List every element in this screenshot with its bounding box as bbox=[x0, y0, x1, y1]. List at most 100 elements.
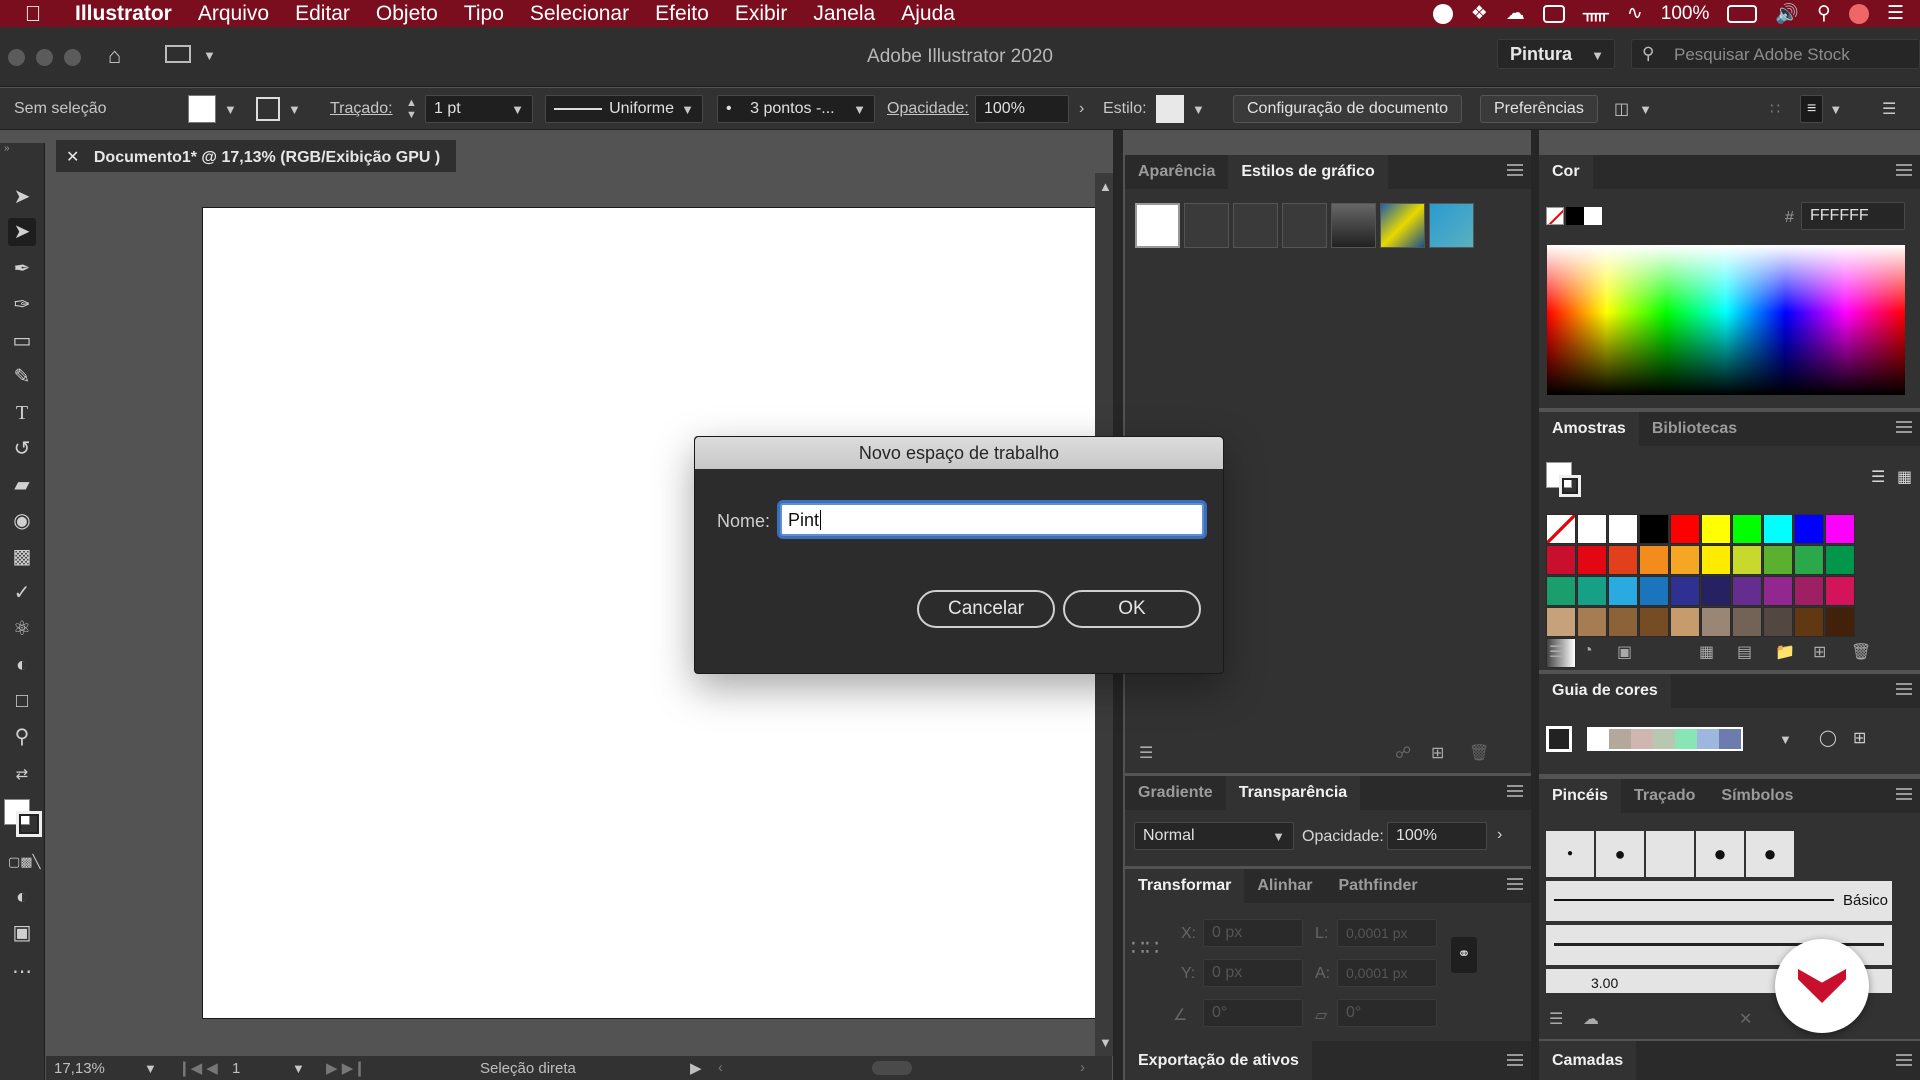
brush-libraries-icon[interactable]: ☰ bbox=[1549, 1009, 1563, 1029]
artboard-number[interactable]: 1 bbox=[232, 1060, 240, 1077]
panel-menu-icon[interactable] bbox=[1896, 164, 1912, 176]
reference-point-icon[interactable]: ∷∷ bbox=[1131, 935, 1159, 961]
new-color-group-icon[interactable]: ▤ bbox=[1737, 642, 1752, 662]
opacity-label[interactable]: Opacidade: bbox=[887, 88, 969, 130]
tab-symbols[interactable]: Símbolos bbox=[1708, 779, 1806, 813]
swatch-color[interactable] bbox=[1577, 576, 1607, 606]
stroke-label[interactable]: Traçado: bbox=[330, 88, 393, 130]
swatch-color[interactable] bbox=[1794, 545, 1824, 575]
black-color-icon[interactable] bbox=[1566, 207, 1584, 225]
chevron-down-icon[interactable]: ▼ bbox=[224, 102, 237, 117]
swatch-color[interactable] bbox=[1701, 576, 1731, 606]
swatch-color[interactable] bbox=[1825, 545, 1855, 575]
panel-arrange-icon[interactable]: ≡ bbox=[1800, 95, 1824, 123]
show-kinds-icon[interactable]: ◔ bbox=[1583, 642, 1593, 660]
puppet-warp-tool-icon[interactable]: ⚛ bbox=[8, 615, 36, 643]
graphic-style-pattern-2[interactable] bbox=[1429, 203, 1474, 248]
control-center-icon[interactable]: ☰ bbox=[1887, 2, 1904, 25]
swatch-color[interactable] bbox=[1608, 607, 1638, 637]
swatch-color[interactable] bbox=[1732, 576, 1762, 606]
shape-builder-tool-icon[interactable]: ◉ bbox=[8, 507, 36, 535]
swatch-color[interactable] bbox=[1546, 545, 1576, 575]
gradient-tool-icon[interactable]: ▩ bbox=[8, 543, 36, 571]
tab-pathfinder[interactable]: Pathfinder bbox=[1326, 869, 1431, 903]
preferences-button[interactable]: Preferências bbox=[1480, 95, 1598, 123]
harmony-color[interactable] bbox=[1589, 729, 1609, 749]
constrain-proportions-icon[interactable]: ⚭ bbox=[1451, 937, 1477, 973]
brush-dot-large[interactable]: ● bbox=[1696, 831, 1744, 877]
swatch-color[interactable] bbox=[1732, 607, 1762, 637]
swatch-color[interactable] bbox=[1825, 576, 1855, 606]
tab-align[interactable]: Alinhar bbox=[1244, 869, 1325, 903]
eyedropper-tool-icon[interactable]: ✓ bbox=[8, 579, 36, 607]
new-style-icon[interactable]: ⊞ bbox=[1431, 743, 1444, 763]
chevron-down-icon[interactable]: ▼ bbox=[288, 102, 301, 117]
libraries-menu-icon[interactable]: ☰ bbox=[1139, 743, 1153, 763]
grid-view-icon[interactable]: ▦ bbox=[1897, 467, 1912, 487]
chevron-down-icon[interactable]: ▼ bbox=[1639, 102, 1652, 117]
record-icon[interactable] bbox=[1432, 3, 1453, 24]
swatch-color[interactable] bbox=[1701, 545, 1731, 575]
none-color-icon[interactable] bbox=[1546, 207, 1564, 225]
artboard-tool-icon[interactable]: □ bbox=[8, 687, 36, 715]
folder-icon[interactable]: 📁 bbox=[1775, 642, 1795, 662]
swap-fill-stroke-icon[interactable]: ⇄ bbox=[8, 761, 36, 789]
swatch-color[interactable] bbox=[1794, 514, 1824, 544]
swatch-registration[interactable] bbox=[1577, 514, 1607, 544]
swatch-color[interactable] bbox=[1546, 607, 1576, 637]
ok-button[interactable]: OK bbox=[1063, 590, 1201, 628]
document-tab[interactable]: ✕ Documento1* @ 17,13% (RGB/Exibição GPU… bbox=[56, 140, 456, 172]
x-field[interactable]: 0 px bbox=[1203, 919, 1303, 947]
tab-color[interactable]: Cor bbox=[1539, 155, 1593, 189]
scroll-up-icon[interactable]: ▲ bbox=[1099, 179, 1112, 194]
swatch-color[interactable] bbox=[1608, 576, 1638, 606]
tab-asset-export[interactable]: Exportação de ativos bbox=[1125, 1041, 1312, 1080]
tab-graphic-styles[interactable]: Estilos de gráfico bbox=[1228, 155, 1388, 189]
workspace-name-input[interactable]: Pint bbox=[780, 503, 1204, 536]
scroll-right-icon[interactable]: › bbox=[1080, 1059, 1085, 1076]
tab-appearance[interactable]: Aparência bbox=[1125, 155, 1228, 189]
menu-tipo[interactable]: Tipo bbox=[464, 2, 504, 26]
graphic-style-outline[interactable] bbox=[1282, 203, 1327, 248]
swatch-color[interactable] bbox=[1608, 545, 1638, 575]
remove-brush-stroke-icon[interactable]: ✕ bbox=[1739, 1009, 1752, 1029]
menu-arquivo[interactable]: Arquivo bbox=[198, 2, 269, 26]
tab-swatches[interactable]: Amostras bbox=[1539, 412, 1639, 446]
brush-dot-small[interactable]: ● bbox=[1546, 831, 1594, 877]
swatch-color[interactable] bbox=[1701, 514, 1731, 544]
color-mode-icons[interactable]: ▢▩╲ bbox=[8, 848, 40, 876]
swatch-color[interactable] bbox=[1639, 607, 1669, 637]
panel-menu-icon[interactable] bbox=[1507, 785, 1523, 797]
menu-objeto[interactable]: Objeto bbox=[376, 2, 438, 26]
pen-tool-icon[interactable]: ✒ bbox=[8, 255, 36, 283]
menu-ajuda[interactable]: Ajuda bbox=[901, 2, 955, 26]
swatch-color[interactable] bbox=[1794, 607, 1824, 637]
harmony-color[interactable] bbox=[1675, 729, 1697, 749]
base-color-icon[interactable] bbox=[1546, 726, 1572, 752]
brush-dot-xlarge[interactable]: ● bbox=[1746, 831, 1794, 877]
status-menu-icon[interactable]: ▶ bbox=[690, 1059, 702, 1077]
paintbrush-tool-icon[interactable]: ✎ bbox=[8, 363, 36, 391]
blend-mode-select[interactable]: Normal ▼ bbox=[1134, 822, 1294, 850]
selection-tool-icon[interactable]: ➤ bbox=[8, 183, 36, 211]
rectangle-tool-icon[interactable]: ▭ bbox=[8, 327, 36, 355]
spotlight-search-icon[interactable]: ⚲ bbox=[1817, 2, 1831, 25]
shear-angle-field[interactable]: 0° bbox=[1337, 999, 1437, 1027]
panel-menu-icon[interactable] bbox=[1896, 421, 1912, 433]
stroke-color-icon[interactable] bbox=[16, 811, 42, 837]
tab-brushes[interactable]: Pincéis bbox=[1539, 779, 1622, 813]
chevron-down-icon[interactable]: ▼ bbox=[292, 1061, 305, 1076]
workspace-switcher[interactable]: Pintura ▼ bbox=[1497, 39, 1615, 69]
menu-janela[interactable]: Janela bbox=[813, 2, 875, 26]
list-view-icon[interactable]: ☰ bbox=[1871, 467, 1885, 487]
stroke-swatch[interactable] bbox=[256, 97, 280, 121]
swatch-color[interactable] bbox=[1546, 576, 1576, 606]
stepper-icon[interactable]: ▲ ▼ bbox=[406, 97, 417, 121]
chevron-down-icon[interactable]: ▼ bbox=[1779, 732, 1792, 747]
menu-editar[interactable]: Editar bbox=[295, 2, 350, 26]
next-artboard-icon[interactable]: ▶ ▶❙ bbox=[326, 1059, 366, 1077]
chevron-right-icon[interactable]: › bbox=[1497, 826, 1502, 844]
blend-tool-icon[interactable]: ◐ bbox=[8, 651, 36, 679]
brush-dot-medium[interactable]: ● bbox=[1596, 831, 1644, 877]
align-to-icon[interactable]: ◫ bbox=[1614, 99, 1629, 119]
